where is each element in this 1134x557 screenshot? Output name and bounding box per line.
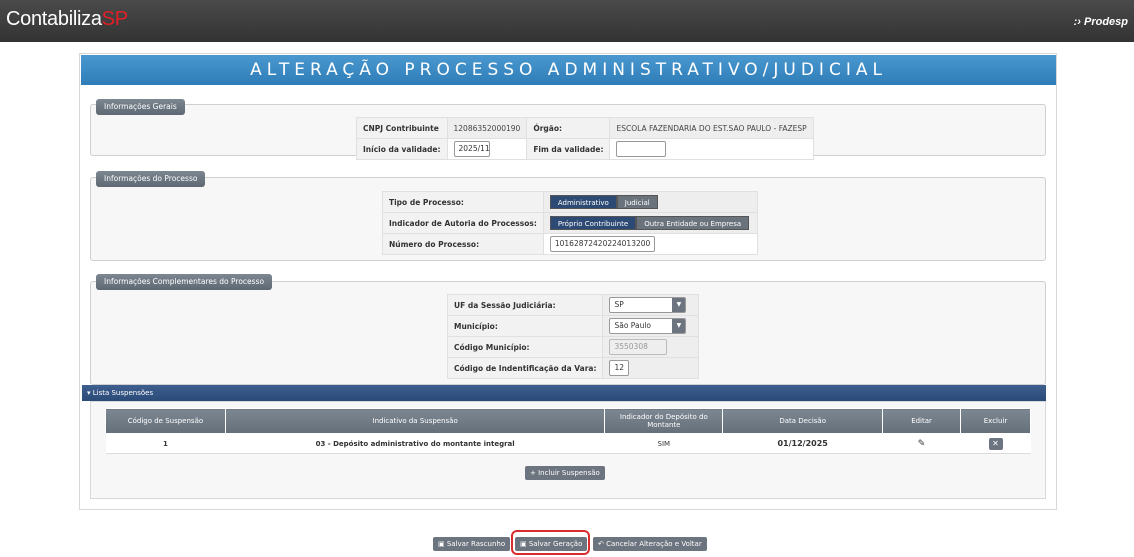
cell-excluir: ✕ xyxy=(960,433,1031,454)
col-deposito: Indicador do Depósito do Montante xyxy=(604,408,724,434)
brand-main: Contabiliza xyxy=(6,8,102,30)
delete-icon[interactable]: ✕ xyxy=(988,437,1003,450)
cell-codigo: 1 xyxy=(105,433,226,454)
cnpj-label: CNPJ Contribuinte xyxy=(356,117,448,139)
partner-name: Prodesp xyxy=(1083,16,1128,28)
top-navbar: ContabilizaSP :› Prodesp xyxy=(0,0,1134,42)
numero-label: Número do Processo: xyxy=(382,233,544,255)
cod-municipio-input: 3550308 xyxy=(609,339,668,355)
inicio-cell: 2025/11 xyxy=(446,138,528,160)
info-processo-table: Tipo de Processo: Administrativo Judicial… xyxy=(382,191,758,255)
prodesp-logo: :› Prodesp xyxy=(1073,16,1128,28)
numero-cell: 10162872420224013200 xyxy=(542,233,758,255)
col-codigo: Código de Suspensão xyxy=(105,408,226,434)
tipo-administrativo-option[interactable]: Administrativo xyxy=(549,195,617,209)
cell-deposito: SIM xyxy=(604,433,723,454)
incluir-suspensao-button[interactable]: + Incluir Suspensão xyxy=(525,466,605,480)
tipo-judicial-option[interactable]: Judicial xyxy=(616,195,658,209)
cancelar-button[interactable]: ↶ Cancelar Alteração e Voltar xyxy=(593,537,707,551)
col-data: Data Decisão xyxy=(722,408,884,434)
chevron-down-icon: ▼ xyxy=(672,298,686,312)
salvar-rascunho-button[interactable]: ▣ Salvar Rascunho xyxy=(433,537,511,551)
brand-accent: SP xyxy=(101,8,128,30)
cod-vara-label: Código de Indentificação da Vara: xyxy=(446,357,604,379)
cod-vara-cell: 12 xyxy=(602,357,700,379)
suspensoes-table: Código de Suspensão Indicativo da Suspen… xyxy=(105,408,1031,454)
cell-data: 01/12/2025 xyxy=(722,433,883,454)
cancelar-label: Cancelar Alteração e Voltar xyxy=(606,540,702,548)
autoria-cell: Próprio Contribuinte Outra Entidade ou Em… xyxy=(542,212,758,234)
autoria-outra-option[interactable]: Outra Entidade ou Empresa xyxy=(636,216,750,230)
info-complementares-legend: Informações Complementares do Processo xyxy=(96,274,273,290)
cell-indicativo: 03 - Depósito administrativo do montante… xyxy=(225,433,605,454)
autoria-label: Indicador de Autoria do Processos: xyxy=(382,212,544,234)
uf-select[interactable]: SP ▼ xyxy=(609,297,687,313)
cod-vara-input[interactable]: 12 xyxy=(609,360,630,376)
col-excluir: Excluir xyxy=(960,408,1031,434)
municipio-label: Município: xyxy=(446,315,604,337)
numero-processo-input[interactable]: 10162872420224013200 xyxy=(549,236,655,252)
municipio-select[interactable]: São Paulo ▼ xyxy=(609,318,687,334)
highlight-box xyxy=(511,530,590,555)
fim-label: Fim da validade: xyxy=(526,138,611,160)
col-indicativo: Indicativo da Suspensão xyxy=(224,408,606,434)
info-complementares-table: UF da Sessão Judiciária: SP ▼ Município: … xyxy=(446,294,700,379)
app-logo[interactable]: ContabilizaSP xyxy=(6,8,128,31)
lista-suspensoes-header[interactable]: ▾ Lista Suspensões xyxy=(82,385,1046,401)
orgao-value: ESCOLA FAZENDARIA DO EST.SAO PAULO - FAZ… xyxy=(609,117,814,139)
uf-label: UF da Sessão Judiciária: xyxy=(446,294,604,316)
info-gerais-table: CNPJ Contribuinte 12086352000190 Órgão: … xyxy=(356,117,814,160)
orgao-label: Órgão: xyxy=(526,117,611,139)
table-header-row: Código de Suspensão Indicativo da Suspen… xyxy=(105,408,1031,434)
pencil-icon[interactable]: ✎ xyxy=(918,439,926,449)
uf-cell: SP ▼ xyxy=(602,294,700,316)
cod-municipio-cell: 3550308 xyxy=(602,336,700,358)
municipio-select-value: São Paulo xyxy=(614,321,652,330)
save-icon: ▣ xyxy=(438,540,447,548)
fim-cell xyxy=(609,138,814,160)
uf-select-value: SP xyxy=(614,300,624,309)
municipio-cell: São Paulo ▼ xyxy=(602,315,700,337)
undo-icon: ↶ xyxy=(598,540,607,548)
tipo-cell: Administrativo Judicial xyxy=(542,191,758,213)
tipo-processo-toggle: Administrativo Judicial xyxy=(549,195,658,209)
inicio-validade-input[interactable]: 2025/11 xyxy=(453,141,490,157)
autoria-proprio-option[interactable]: Próprio Contribuinte xyxy=(549,216,637,230)
info-gerais-legend: Informações Gerais xyxy=(96,99,185,115)
fim-validade-input[interactable] xyxy=(616,141,667,157)
tipo-label: Tipo de Processo: xyxy=(382,191,544,213)
col-editar: Editar xyxy=(882,408,962,434)
cnpj-value: 12086352000190 xyxy=(446,117,528,139)
chevron-down-icon: ▼ xyxy=(672,319,686,333)
info-processo-legend: Informações do Processo xyxy=(96,171,206,187)
table-row: 1 03 - Depósito administrativo do montan… xyxy=(105,433,1031,454)
cell-editar: ✎ xyxy=(882,433,961,454)
salvar-rascunho-label: Salvar Rascunho xyxy=(446,540,506,548)
page-title: ALTERAÇÃO PROCESSO ADMINISTRATIVO/JUDICI… xyxy=(81,55,1056,85)
inicio-label: Início da validade: xyxy=(356,138,448,160)
cod-municipio-label: Código Município: xyxy=(446,336,604,358)
autoria-toggle: Próprio Contribuinte Outra Entidade ou Em… xyxy=(549,216,750,230)
